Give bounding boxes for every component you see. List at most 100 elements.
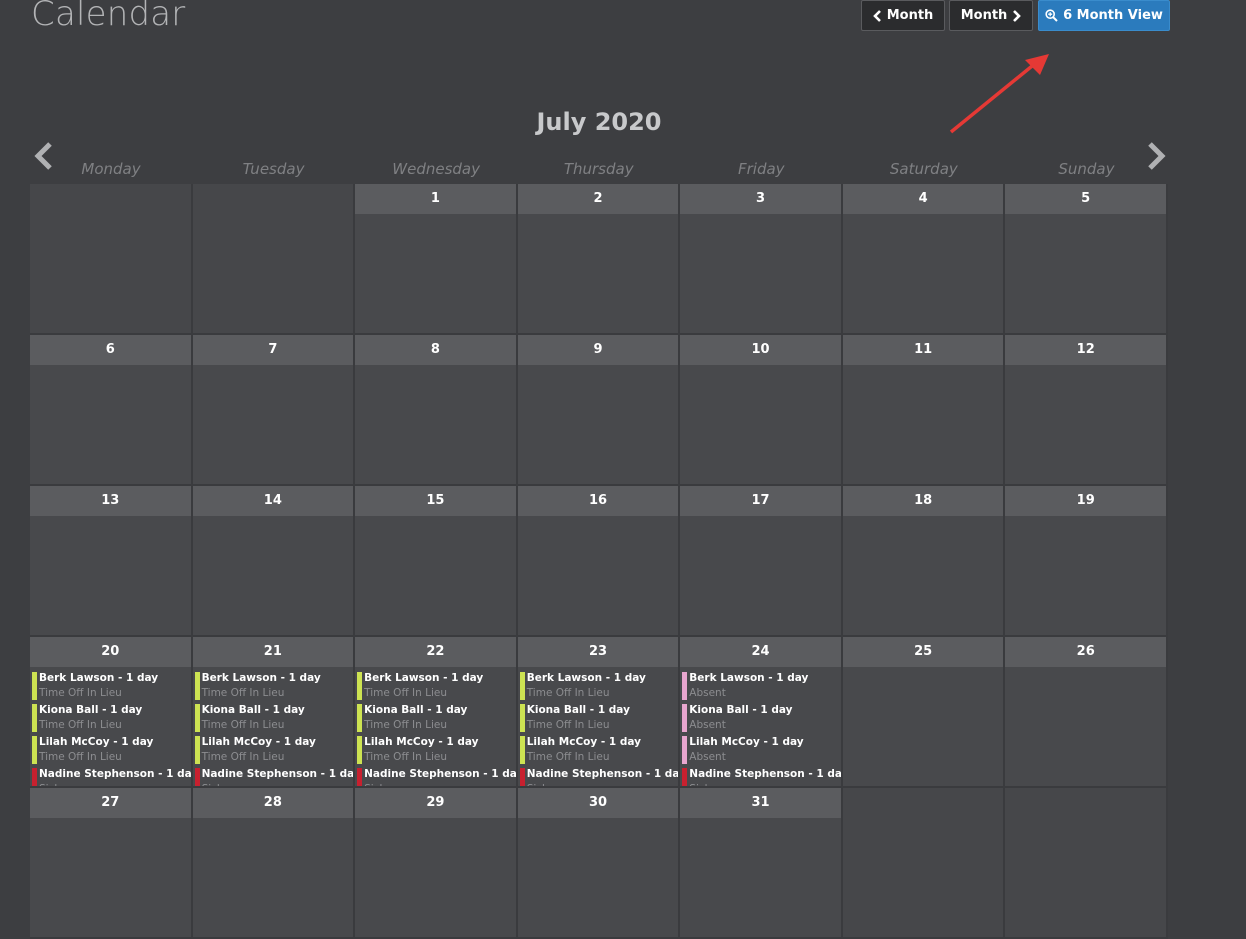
weekday-header-row: Monday Tuesday Wednesday Thursday Friday Satu… <box>30 160 1168 182</box>
calendar-day-cell[interactable]: 27 <box>30 788 193 939</box>
day-number: 1 <box>355 184 516 214</box>
event-name: Nadine Stephenson - 1 day <box>364 768 516 780</box>
calendar-day-cell[interactable]: 4 <box>842 184 1006 335</box>
calendar-day-cell[interactable]: 21 Berk Lawson - 1 day Time Off In Lieu Kio… <box>192 637 356 788</box>
calendar-empty-cell <box>842 788 1006 939</box>
previous-month-button[interactable]: Month <box>861 0 945 31</box>
weekday-label: Thursday <box>563 160 634 178</box>
calendar-event[interactable]: Kiona Ball - 1 day Time Off In Lieu <box>193 703 354 733</box>
calendar-day-cell[interactable]: 22 Berk Lawson - 1 day Time Off In Lieu Kio… <box>355 637 518 788</box>
event-name: Kiona Ball - 1 day <box>526 704 630 716</box>
calendar-day-cell[interactable]: 17 <box>680 486 843 637</box>
calendar-event[interactable]: Kiona Ball - 1 day Time Off In Lieu <box>30 703 191 733</box>
event-color-bar <box>519 704 525 732</box>
day-number: 3 <box>680 184 841 214</box>
event-color-bar <box>194 768 200 786</box>
calendar-event[interactable]: Kiona Ball - 1 day Time Off In Lieu <box>518 703 679 733</box>
calendar-empty-cell <box>30 184 193 335</box>
calendar-event[interactable]: Berk Lawson - 1 day Time Off In Lieu <box>518 671 679 701</box>
calendar-day-cell[interactable]: 23 Berk Lawson - 1 day Time Off In Lieu Kio… <box>517 637 681 788</box>
calendar-event[interactable]: Lilah McCoy - 1 day Absent <box>680 735 841 765</box>
calendar-day-cell[interactable]: 7 <box>192 335 356 486</box>
event-name: Kiona Ball - 1 day <box>201 704 305 716</box>
calendar-day-cell[interactable]: 31 <box>680 788 843 939</box>
calendar-day-cell[interactable]: 30 <box>517 788 681 939</box>
calendar-day-cell[interactable]: 13 <box>30 486 193 637</box>
event-name: Nadine Stephenson - 1 day <box>526 768 679 780</box>
calendar-day-cell[interactable]: 24 Berk Lawson - 1 day Absent Kiona Ball - … <box>680 637 843 788</box>
calendar-event[interactable]: Nadine Stephenson - 1 daySick <box>30 767 191 786</box>
next-month-button[interactable]: Month <box>949 0 1033 31</box>
calendar-day-cell[interactable]: 11 <box>842 335 1006 486</box>
calendar-day-cell[interactable]: 9 <box>517 335 681 486</box>
weekday-label: Tuesday <box>242 160 305 178</box>
weekday-label: Sunday <box>1058 160 1115 178</box>
calendar-day-cell[interactable]: 8 <box>355 335 518 486</box>
calendar-event[interactable]: Berk Lawson - 1 day Absent <box>680 671 841 701</box>
event-name: Berk Lawson - 1 day <box>526 672 646 684</box>
day-number: 27 <box>30 788 191 818</box>
calendar-day-cell[interactable]: 3 <box>680 184 843 335</box>
day-number: 9 <box>517 335 679 365</box>
month-title: July 2020 <box>536 108 662 136</box>
day-number: 15 <box>355 486 516 516</box>
calendar-day-cell[interactable]: 26 <box>1005 637 1168 788</box>
six-month-view-label: 6 Month View <box>1063 8 1163 23</box>
calendar-day-cell[interactable]: 25 <box>842 637 1006 788</box>
event-name: Kiona Ball - 1 day <box>364 704 468 716</box>
day-number: 29 <box>355 788 516 818</box>
day-number: 24 <box>680 637 841 667</box>
calendar-day-cell[interactable]: 20 Berk Lawson - 1 day Time Off In Lieu Kio… <box>30 637 193 788</box>
event-color-bar <box>32 672 37 700</box>
event-type: Time Off In Lieu <box>201 719 285 731</box>
day-number: 2 <box>517 184 679 214</box>
event-list: Berk Lawson - 1 day Time Off In Lieu Kiona… <box>30 667 191 786</box>
day-number: 14 <box>192 486 354 516</box>
day-number: 12 <box>1005 335 1166 365</box>
day-number: 19 <box>1005 486 1166 516</box>
event-name: Kiona Ball - 1 day <box>689 704 793 716</box>
calendar-day-cell[interactable]: 15 <box>355 486 518 637</box>
chevron-right-icon <box>1013 9 1022 22</box>
calendar-day-cell[interactable]: 28 <box>192 788 356 939</box>
calendar-day-cell[interactable]: 14 <box>192 486 356 637</box>
day-number: 21 <box>192 637 354 667</box>
event-name: Lilah McCoy - 1 day <box>526 736 641 748</box>
calendar-day-cell[interactable]: 12 <box>1005 335 1168 486</box>
calendar-event[interactable]: Nadine Stephenson - 1 daySick <box>355 767 516 786</box>
calendar-event[interactable]: Lilah McCoy - 1 day Time Off In Lieu <box>193 735 354 765</box>
event-type: Time Off In Lieu <box>39 687 122 699</box>
calendar-event[interactable]: Lilah McCoy - 1 day Time Off In Lieu <box>355 735 516 765</box>
calendar-event[interactable]: Nadine Stephenson - 1 daySick <box>193 767 353 786</box>
previous-month-label: Month <box>886 8 934 23</box>
event-color-bar <box>682 704 688 732</box>
calendar-day-cell[interactable]: 6 <box>30 335 193 486</box>
calendar-day-cell[interactable]: 18 <box>842 486 1006 637</box>
six-month-view-button[interactable]: 6 Month View <box>1038 0 1170 31</box>
day-number: 22 <box>355 637 516 667</box>
event-type: Time Off In Lieu <box>39 719 122 731</box>
calendar-day-cell[interactable]: 1 <box>355 184 518 335</box>
day-number: 28 <box>192 788 354 818</box>
event-name: Nadine Stephenson - 1 day <box>689 768 841 780</box>
calendar-day-cell[interactable]: 19 <box>1005 486 1168 637</box>
calendar-day-cell[interactable]: 10 <box>680 335 843 486</box>
calendar-event[interactable]: Lilah McCoy - 1 day Time Off In Lieu <box>30 735 191 765</box>
calendar-event[interactable]: Nadine Stephenson - 1 daySick <box>680 767 841 786</box>
calendar-event[interactable]: Berk Lawson - 1 day Time Off In Lieu <box>193 671 354 701</box>
day-number: 5 <box>1005 184 1166 214</box>
day-number: 17 <box>680 486 841 516</box>
calendar-day-cell[interactable]: 2 <box>517 184 681 335</box>
calendar-event[interactable]: Kiona Ball - 1 day Time Off In Lieu <box>355 703 516 733</box>
calendar-day-cell[interactable]: 5 <box>1005 184 1168 335</box>
calendar-event[interactable]: Berk Lawson - 1 day Time Off In Lieu <box>355 671 516 701</box>
event-type: Time Off In Lieu <box>526 719 610 731</box>
event-type: Absent <box>689 687 726 699</box>
calendar-event[interactable]: Berk Lawson - 1 day Time Off In Lieu <box>30 671 191 701</box>
calendar-day-cell[interactable]: 16 <box>517 486 681 637</box>
event-color-bar <box>357 768 363 786</box>
calendar-event[interactable]: Nadine Stephenson - 1 daySick <box>518 767 679 786</box>
calendar-day-cell[interactable]: 29 <box>355 788 518 939</box>
calendar-event[interactable]: Kiona Ball - 1 day Absent <box>680 703 841 733</box>
calendar-event[interactable]: Lilah McCoy - 1 day Time Off In Lieu <box>518 735 679 765</box>
